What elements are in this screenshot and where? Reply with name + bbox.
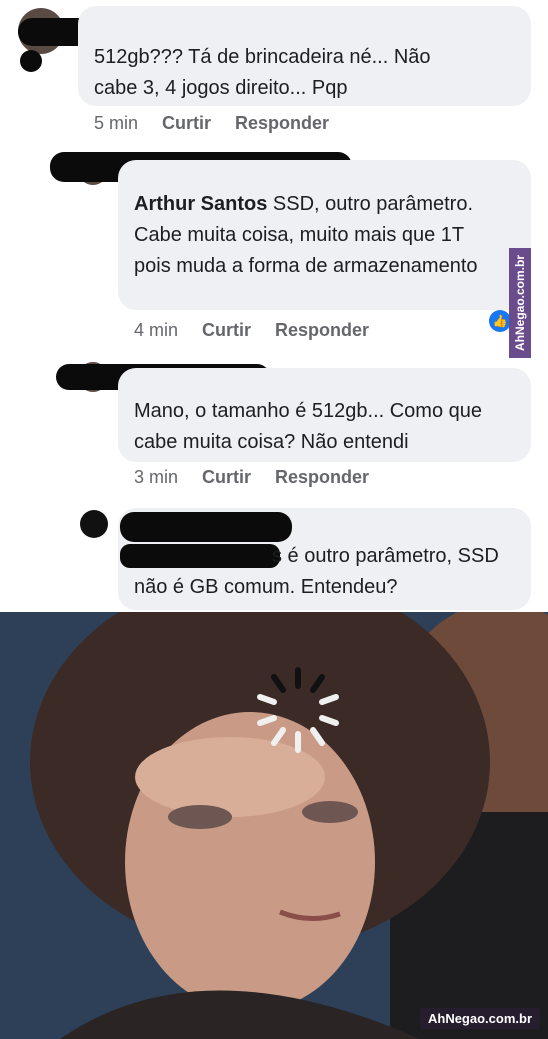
- like-icon[interactable]: 👍: [489, 310, 511, 332]
- comment-text: s é outro parâmetro, SSD não é GB comum.…: [134, 545, 499, 598]
- comment-author[interactable]: Arthur Santos: [134, 193, 267, 215]
- comment-text: 512gb??? Tá de brincadeira né... Não cab…: [94, 46, 431, 99]
- comment-text: Arthur Santos SSD, outro parâmetro. Cabe…: [134, 189, 506, 282]
- comment-thread: 512gb??? Tá de brincadeira né... Não cab…: [0, 0, 548, 612]
- reply-link[interactable]: Responder: [275, 467, 369, 488]
- watermark: AhNegao.com.br: [509, 248, 531, 358]
- avatar[interactable]: [80, 510, 108, 538]
- redacted-name: [120, 512, 292, 542]
- reply-link[interactable]: Responder: [235, 113, 329, 134]
- timestamp: 5 min: [94, 113, 139, 133]
- meme-illustration: [0, 612, 548, 1039]
- comment-actions: 3 min Curtir Responder: [134, 467, 393, 488]
- watermark: AhNegao.com.br: [419, 1008, 540, 1029]
- timestamp: 4 min: [134, 320, 179, 340]
- like-link[interactable]: Curtir: [162, 113, 211, 134]
- comment-text: Mano, o tamanho é 512gb... Como que cabe…: [134, 400, 483, 453]
- meme-photo: AhNegao.com.br: [0, 612, 548, 1039]
- comment-actions: 4 min Curtir Responder: [134, 320, 393, 341]
- reply-link[interactable]: Responder: [275, 320, 369, 341]
- redacted-avatar: [20, 50, 42, 72]
- like-link[interactable]: Curtir: [202, 320, 251, 341]
- comment-actions: 5 min Curtir Responder: [94, 113, 353, 134]
- timestamp: 3 min: [134, 467, 179, 487]
- like-link[interactable]: Curtir: [202, 467, 251, 488]
